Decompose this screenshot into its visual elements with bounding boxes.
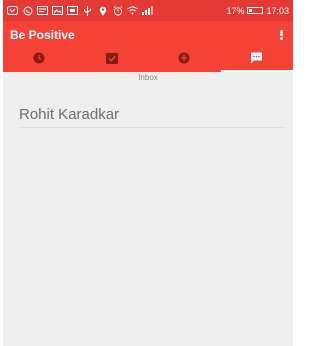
tab-bar [3, 48, 293, 72]
whatsapp-icon [22, 6, 33, 15]
clock-icon [33, 51, 45, 69]
tab-inbox[interactable] [220, 48, 294, 72]
app-title: Be Positive [10, 27, 75, 42]
app-screen: 17% 17:03 Be Positive Inbox Rohit Karadk… [3, 0, 293, 346]
chat-icon [250, 51, 263, 69]
battery-percent: 17% [226, 5, 245, 16]
battery-icon [247, 7, 264, 14]
message-icon [37, 6, 48, 15]
status-bar: 17% 17:03 [3, 0, 293, 21]
gallery-icon [67, 6, 78, 15]
usb-icon [82, 5, 93, 16]
missed-call-icon [7, 6, 18, 15]
wifi-icon [127, 6, 138, 15]
section-label: Inbox [138, 73, 158, 82]
checkbox-icon [105, 51, 118, 69]
add-circle-icon [178, 51, 190, 69]
overflow-menu-icon[interactable] [276, 28, 286, 42]
image-icon [52, 6, 63, 15]
location-icon [97, 6, 108, 16]
status-right: 17% 17:03 [226, 6, 289, 16]
alarm-icon [112, 5, 123, 16]
list-item[interactable]: Rohit Karadkar [19, 106, 285, 128]
tab-add[interactable] [148, 48, 221, 72]
tab-history[interactable] [3, 48, 76, 72]
signal-icon [142, 6, 153, 15]
app-bar: Be Positive [3, 21, 293, 48]
notification-icons [7, 5, 153, 16]
clock-time: 17:03 [266, 5, 289, 16]
tab-tasks[interactable] [76, 48, 149, 72]
